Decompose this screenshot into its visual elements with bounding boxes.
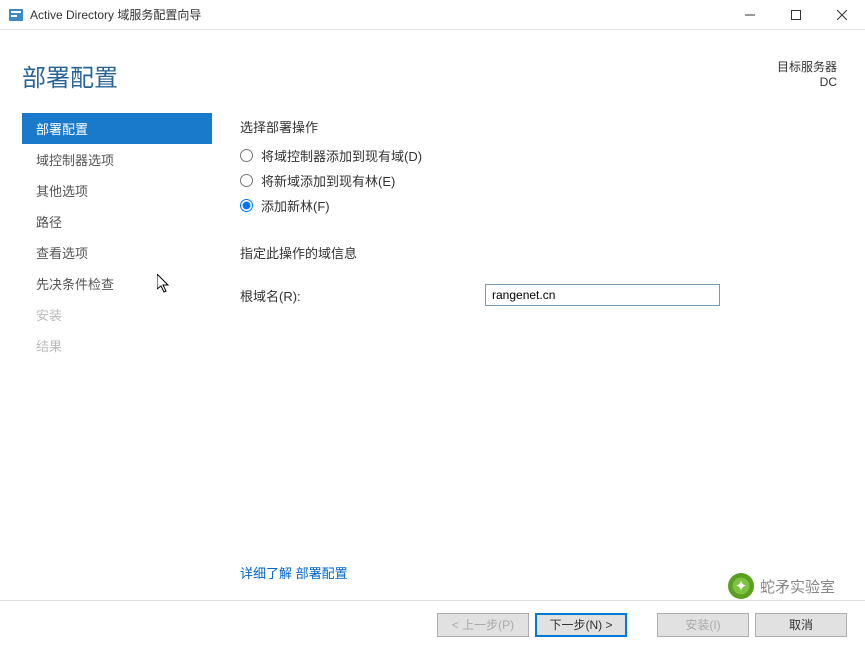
sidebar-item-1[interactable]: 域控制器选项 <box>22 144 212 175</box>
target-server-label: 目标服务器 <box>777 58 837 75</box>
sidebar-item-7: 结果 <box>22 330 212 361</box>
footer: < 上一步(P) 下一步(N) > 安装(I) 取消 <box>0 600 865 648</box>
sidebar-item-3[interactable]: 路径 <box>22 206 212 237</box>
operation-radio-label-1: 将新域添加到现有林(E) <box>261 171 395 190</box>
root-domain-input[interactable] <box>485 284 720 306</box>
window-controls <box>727 0 865 29</box>
titlebar: Active Directory 域服务配置向导 <box>0 0 865 30</box>
learn-more-link[interactable]: 详细了解 部署配置 <box>240 563 837 582</box>
previous-button[interactable]: < 上一步(P) <box>437 613 529 637</box>
operation-radio-group: 将域控制器添加到现有域(D) 将新域添加到现有林(E) 添加新林(F) <box>240 146 837 221</box>
operation-section-label: 选择部署操作 <box>240 117 837 136</box>
next-button[interactable]: 下一步(N) > <box>535 613 627 637</box>
page-title: 部署配置 <box>22 58 118 93</box>
operation-radio-1[interactable]: 将新域添加到现有林(E) <box>240 171 837 190</box>
operation-radio-input-1[interactable] <box>240 174 253 187</box>
close-button[interactable] <box>819 0 865 29</box>
sidebar-item-5[interactable]: 先决条件检查 <box>22 268 212 299</box>
sidebar-item-4[interactable]: 查看选项 <box>22 237 212 268</box>
operation-radio-label-2: 添加新林(F) <box>261 196 330 215</box>
app-icon <box>8 7 24 23</box>
operation-radio-input-0[interactable] <box>240 149 253 162</box>
install-button[interactable]: 安装(I) <box>657 613 749 637</box>
operation-radio-label-0: 将域控制器添加到现有域(D) <box>261 146 422 165</box>
minimize-button[interactable] <box>727 0 773 29</box>
sidebar: 部署配置域控制器选项其他选项路径查看选项先决条件检查安装结果 <box>22 113 212 600</box>
cancel-button[interactable]: 取消 <box>755 613 847 637</box>
sidebar-item-6: 安装 <box>22 299 212 330</box>
sidebar-item-0[interactable]: 部署配置 <box>22 113 212 144</box>
operation-radio-2[interactable]: 添加新林(F) <box>240 196 837 215</box>
maximize-button[interactable] <box>773 0 819 29</box>
domain-info-label: 指定此操作的域信息 <box>240 243 837 262</box>
sidebar-item-2[interactable]: 其他选项 <box>22 175 212 206</box>
target-server-info: 目标服务器 DC <box>777 58 837 93</box>
root-domain-label: 根域名(R): <box>240 286 485 305</box>
window-title: Active Directory 域服务配置向导 <box>30 6 727 23</box>
operation-radio-0[interactable]: 将域控制器添加到现有域(D) <box>240 146 837 165</box>
form-area: 选择部署操作 将域控制器添加到现有域(D) 将新域添加到现有林(E) 添加新林(F)… <box>212 113 837 600</box>
root-domain-row: 根域名(R): <box>240 284 837 306</box>
operation-radio-input-2[interactable] <box>240 199 253 212</box>
target-server-value: DC <box>777 75 837 89</box>
